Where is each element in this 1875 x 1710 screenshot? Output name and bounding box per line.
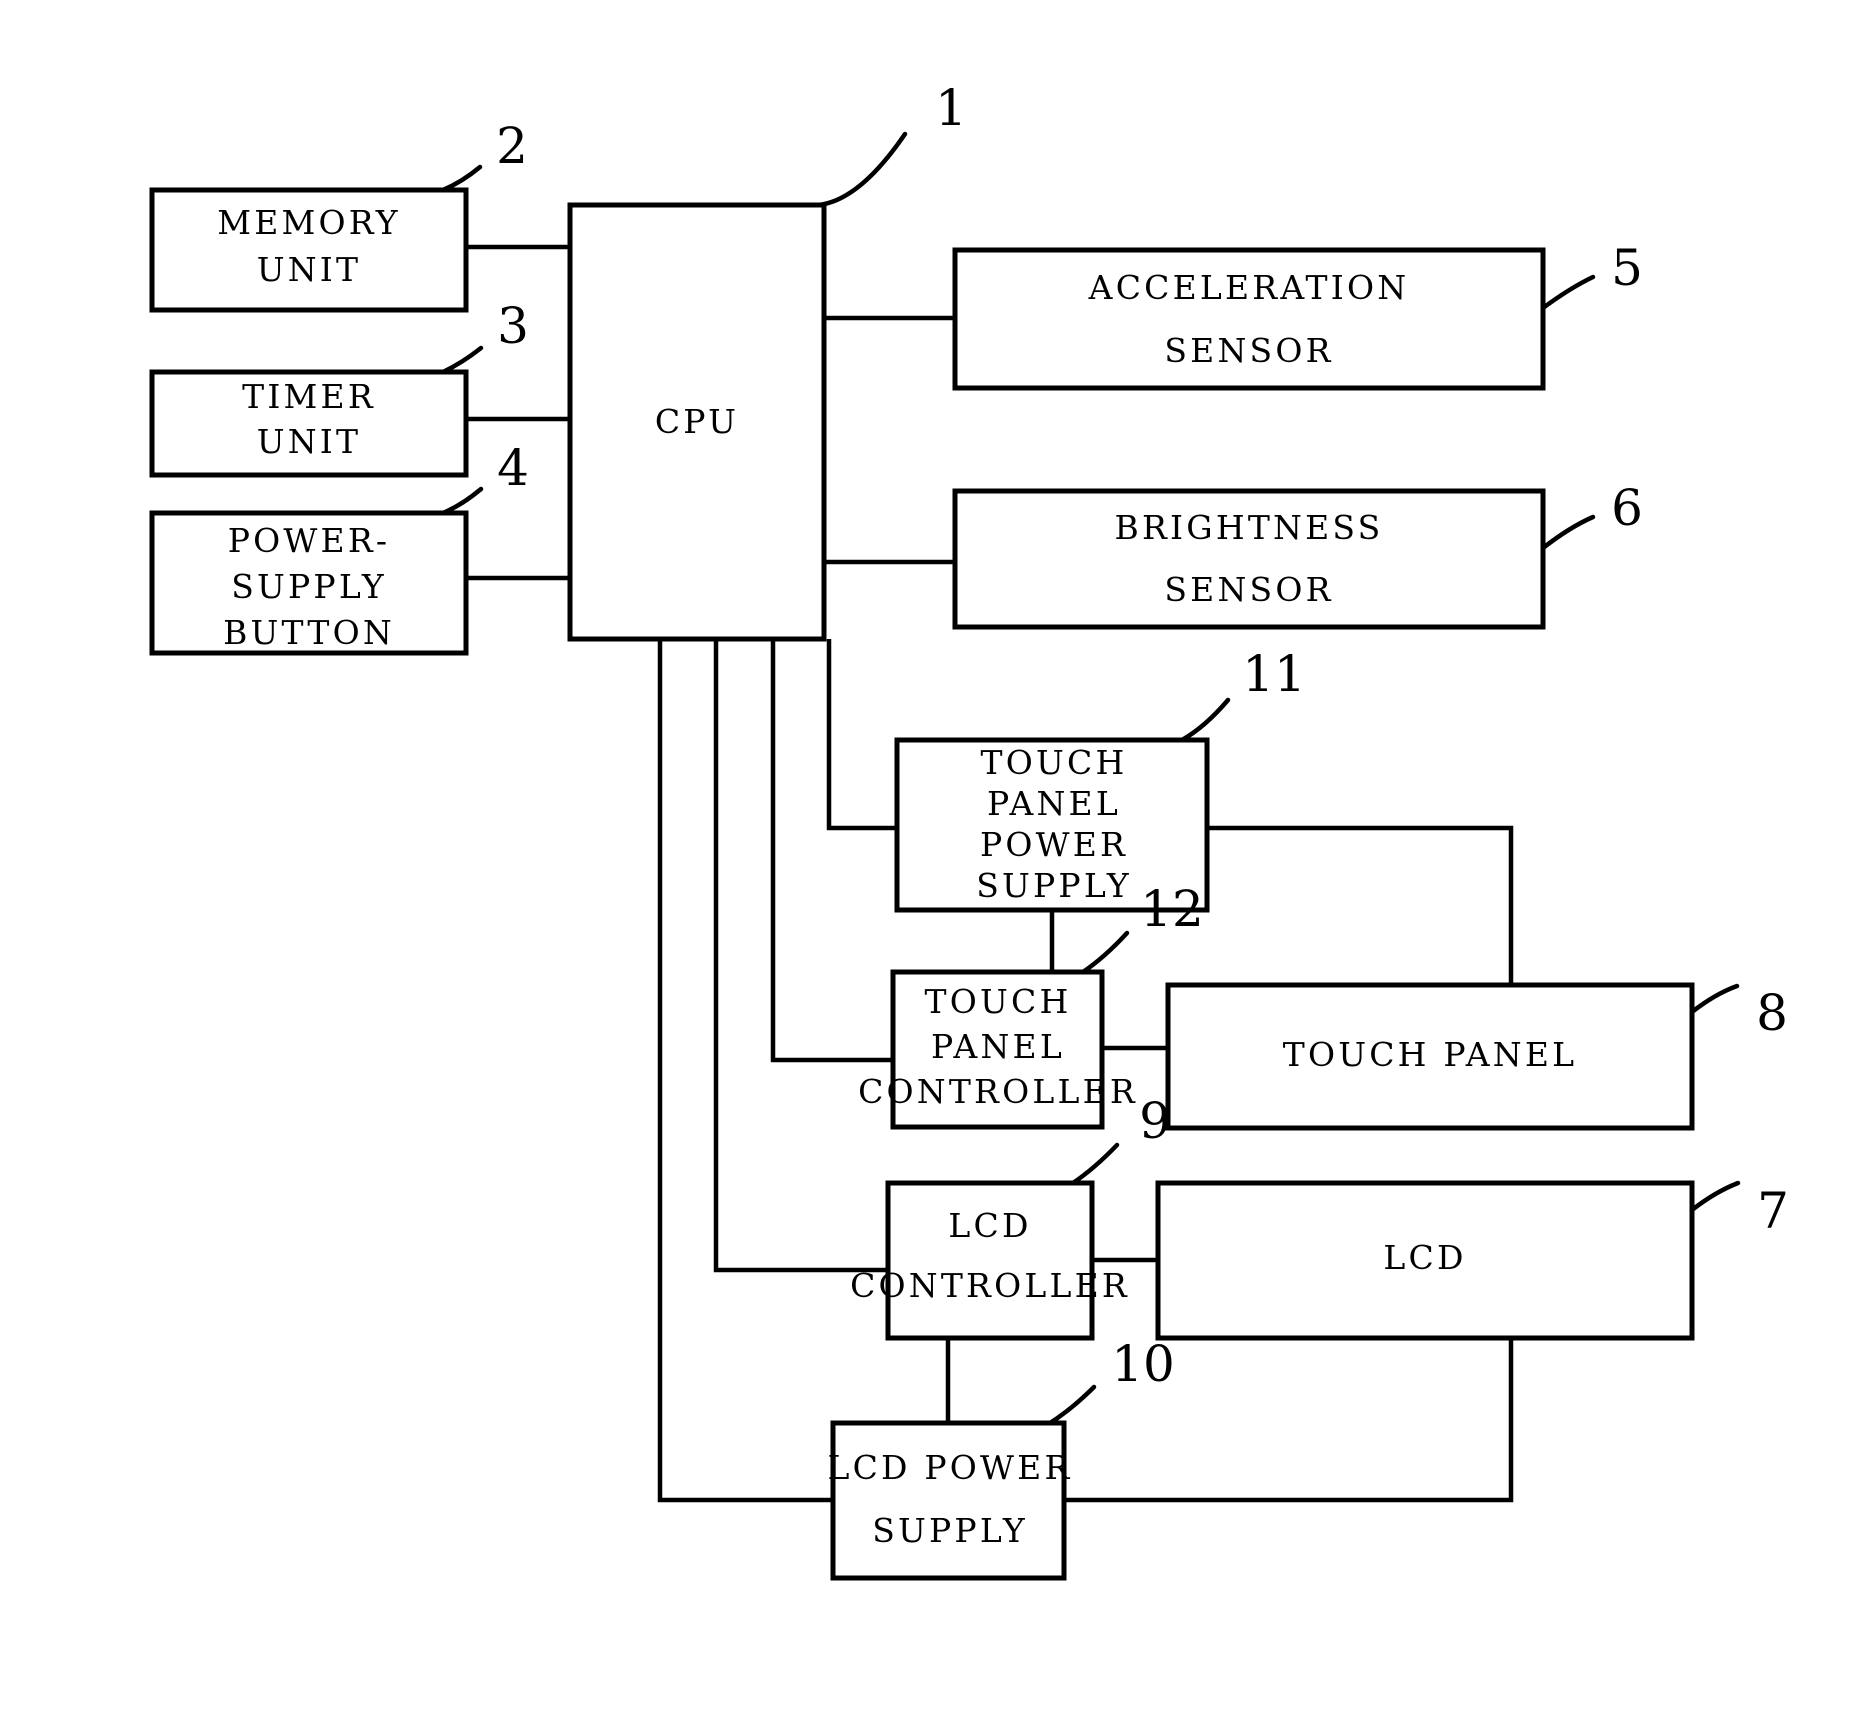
- block-acceleration-sensor-label-line-1: ACCELERATION: [1088, 268, 1410, 307]
- leader-line-cpu: [816, 131, 908, 208]
- leader-line-touch-panel-controller: [1080, 930, 1130, 975]
- ref-number-memory-unit: 2: [496, 117, 528, 175]
- block-lcd-controller-label-line-2: CONTROLLER: [850, 1266, 1130, 1305]
- ref-callout-brightness-sensor: 6: [1540, 479, 1643, 551]
- ref-number-power-supply-button: 4: [497, 439, 529, 497]
- connector-cpu-to-touch-panel-controller: [770, 639, 893, 1063]
- block-cpu[interactable]: CPU: [567, 202, 827, 642]
- ref-number-brightness-sensor: 6: [1611, 479, 1643, 537]
- block-power-supply-button-label-line-1: POWER-: [228, 521, 390, 560]
- block-touch-panel-power-supply-label-line-1: TOUCH: [981, 743, 1128, 782]
- ref-number-lcd: 7: [1757, 1182, 1789, 1240]
- block-lcd[interactable]: LCD: [1155, 1180, 1695, 1341]
- block-timer-unit[interactable]: TIMER UNIT: [149, 369, 469, 478]
- block-lcd-controller[interactable]: LCD CONTROLLER: [850, 1180, 1130, 1341]
- ref-number-acceleration-sensor: 5: [1611, 239, 1643, 297]
- ref-callout-lcd-power-supply: 10: [1047, 1335, 1175, 1426]
- block-timer-unit-label-line-1: TIMER: [242, 377, 376, 416]
- leader-line-touch-panel-power-supply: [1179, 697, 1231, 743]
- leader-line-memory-unit: [440, 164, 483, 193]
- block-lcd-power-supply-rect[interactable]: [830, 1420, 1067, 1581]
- ref-number-touch-panel-power-supply: 11: [1242, 645, 1306, 703]
- block-power-supply-button-label-line-3: BUTTON: [223, 613, 395, 652]
- leader-line-power-supply-button: [440, 486, 484, 516]
- block-touch-panel-power-supply-label-line-2: PANEL: [987, 784, 1121, 823]
- ref-number-touch-panel: 8: [1756, 984, 1788, 1042]
- block-touch-panel-power-supply-label-line-4: SUPPLY: [976, 866, 1132, 905]
- block-touch-panel-controller-label-line-1: TOUCH: [925, 982, 1072, 1021]
- block-diagram-canvas: CPU 1 MEMORY UNIT 2 TIMER UNIT 3 POWER- …: [149, 79, 1789, 1581]
- block-lcd-power-supply-label-line-2: SUPPLY: [872, 1511, 1028, 1550]
- leader-line-lcd-controller: [1070, 1142, 1120, 1186]
- leader-line-lcd-power-supply: [1047, 1384, 1097, 1426]
- block-memory-unit[interactable]: MEMORY UNIT: [149, 187, 469, 313]
- block-touch-panel-controller[interactable]: TOUCH PANEL CONTROLLER: [858, 969, 1138, 1130]
- block-lcd-controller-label-line-1: LCD: [948, 1206, 1031, 1245]
- block-memory-unit-label-line-2: UNIT: [257, 250, 362, 289]
- block-touch-panel-controller-label-line-3: CONTROLLER: [858, 1072, 1138, 1111]
- leader-line-acceleration-sensor: [1540, 274, 1596, 311]
- block-touch-panel-label: TOUCH PANEL: [1283, 1035, 1577, 1074]
- leader-line-lcd: [1689, 1180, 1741, 1213]
- ref-number-lcd-power-supply: 10: [1111, 1335, 1175, 1393]
- block-brightness-sensor-label-line-2: SENSOR: [1164, 570, 1333, 609]
- connector-cpu-to-lcd-controller: [713, 639, 888, 1273]
- block-touch-panel-power-supply-label-line-3: POWER: [980, 825, 1128, 864]
- block-cpu-label: CPU: [655, 402, 739, 441]
- block-lcd-label: LCD: [1383, 1238, 1466, 1277]
- block-brightness-sensor-label-line-1: BRIGHTNESS: [1115, 508, 1384, 547]
- ref-number-cpu: 1: [935, 79, 967, 137]
- block-power-supply-button-label-line-2: SUPPLY: [231, 567, 387, 606]
- block-lcd-power-supply-label-line-1: LCD POWER: [827, 1448, 1072, 1487]
- block-touch-panel-controller-label-line-2: PANEL: [931, 1027, 1065, 1066]
- ref-callout-lcd: 7: [1689, 1180, 1789, 1240]
- block-memory-unit-label-line-1: MEMORY: [217, 203, 401, 242]
- block-acceleration-sensor[interactable]: ACCELERATION SENSOR: [952, 247, 1546, 391]
- patent-figure: CPU 1 MEMORY UNIT 2 TIMER UNIT 3 POWER- …: [0, 0, 1875, 1710]
- ref-callout-touch-panel-power-supply: 11: [1179, 645, 1306, 743]
- block-brightness-sensor[interactable]: BRIGHTNESS SENSOR: [952, 488, 1546, 630]
- ref-number-lcd-controller: 9: [1139, 1092, 1171, 1150]
- ref-number-touch-panel-controller: 12: [1140, 880, 1204, 938]
- ref-callout-memory-unit: 2: [440, 117, 528, 193]
- block-touch-panel[interactable]: TOUCH PANEL: [1165, 982, 1695, 1131]
- ref-number-timer-unit: 3: [497, 297, 529, 355]
- ref-callout-touch-panel: 8: [1689, 983, 1788, 1042]
- block-power-supply-button[interactable]: POWER- SUPPLY BUTTON: [149, 510, 469, 656]
- leader-line-brightness-sensor: [1540, 514, 1596, 551]
- block-lcd-power-supply[interactable]: LCD POWER SUPPLY: [827, 1420, 1072, 1581]
- leader-line-touch-panel: [1689, 983, 1740, 1015]
- connector-tp-power-to-touch-panel: [1207, 825, 1514, 985]
- ref-callout-cpu: 1: [816, 79, 967, 208]
- block-timer-unit-label-line-2: UNIT: [257, 422, 362, 461]
- leader-line-timer-unit: [440, 345, 484, 375]
- connector-cpu-to-lcd-power-supply: [657, 639, 833, 1503]
- ref-callout-acceleration-sensor: 5: [1540, 239, 1643, 311]
- connector-cpu-to-touch-panel-power-supply: [826, 639, 897, 831]
- block-acceleration-sensor-label-line-2: SENSOR: [1164, 331, 1333, 370]
